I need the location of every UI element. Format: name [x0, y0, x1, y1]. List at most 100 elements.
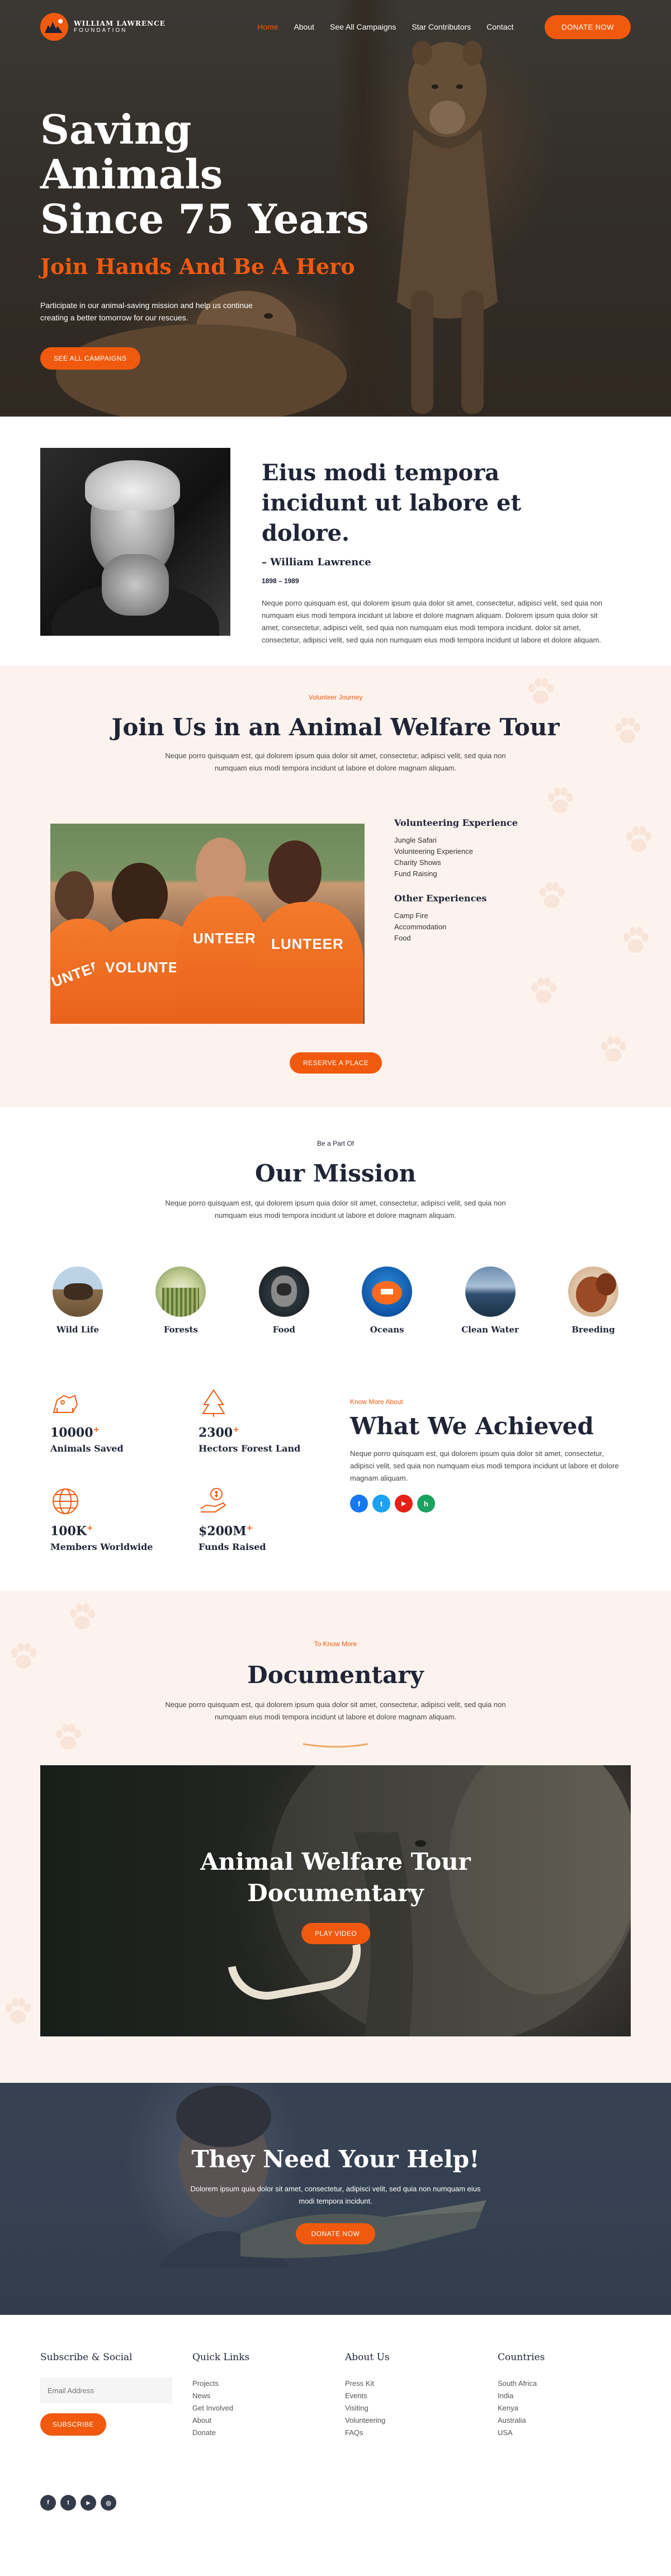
stat-funds: $200M+ Funds Raised — [199, 1486, 333, 1552]
mission-description: Neque porro quisquam est, qui dolorem ip… — [165, 1199, 506, 1220]
social-links: f t ▶ h — [350, 1495, 630, 1512]
achieved-kicker: Know More About — [350, 1398, 403, 1406]
nav-contact[interactable]: Contact — [486, 22, 513, 31]
paw-icon — [626, 826, 651, 852]
documentary-title: Documentary — [247, 1661, 424, 1689]
footer-link[interactable]: Visiting — [345, 2402, 390, 2414]
logo[interactable]: WILLIAM LAWRENCE FOUNDATION — [40, 13, 166, 41]
stat-number: $200M+ — [199, 1524, 253, 1539]
shirt-text: UNTEER — [193, 930, 256, 947]
quote-years: 1898 – 1989 — [262, 577, 299, 585]
mission-item-forests[interactable]: Forests — [144, 1266, 217, 1335]
volunteer-kicker: Volunteer Journey — [308, 693, 363, 701]
mission-item-clean-water[interactable]: Clean Water — [454, 1266, 527, 1335]
subscribe-button[interactable]: SUBSCRIBE — [40, 2413, 106, 2436]
countries-title: Countries — [498, 2352, 545, 2363]
group1-title: Volunteering Experience — [394, 817, 518, 828]
footer-link[interactable]: South Africa — [498, 2378, 545, 2390]
twitter-icon[interactable]: t — [372, 1495, 390, 1512]
stat-number: 10000+ — [50, 1425, 100, 1440]
donate-now-button-2[interactable]: DONATE NOW — [295, 2223, 376, 2244]
mission-item-oceans[interactable]: Oceans — [351, 1266, 423, 1335]
shirt-text: LUNTEER — [271, 935, 344, 952]
oceans-image — [362, 1266, 413, 1317]
play-video-button[interactable]: PLAY VIDEO — [301, 1923, 371, 1944]
logo-line-2: FOUNDATION — [74, 27, 127, 34]
nav-about[interactable]: About — [294, 22, 314, 31]
footer-link[interactable]: News — [192, 2390, 249, 2402]
footer-link[interactable]: Kenya — [498, 2402, 545, 2414]
nav-home[interactable]: Home — [257, 22, 278, 31]
footer-link[interactable]: Volunteering — [345, 2414, 390, 2427]
globe-icon — [53, 1488, 78, 1514]
video-title: Animal Welfare Tour Documentary — [200, 1848, 471, 1907]
list-item: Camp Fire — [394, 911, 428, 920]
footer-link[interactable]: Donate — [192, 2427, 249, 2439]
logo-line-1: WILLIAM LAWRENCE — [74, 19, 166, 27]
donate-now-button[interactable]: DONATE NOW — [545, 15, 631, 39]
paw-icon — [11, 1643, 36, 1669]
paw-icon — [623, 927, 649, 953]
footer-link[interactable]: India — [498, 2390, 545, 2402]
email-field[interactable] — [40, 2378, 172, 2403]
hero-content: Saving Animals Since 75 Years Join Hands… — [40, 107, 387, 370]
facebook-icon[interactable]: f — [350, 1495, 368, 1512]
documentary-section: To Know More Documentary Neque porro qui… — [0, 1591, 671, 2083]
nav-contributors[interactable]: Star Contributors — [412, 22, 471, 31]
mission-kicker: Be a Part Of — [316, 1140, 355, 1147]
mission-item-label: Forests — [163, 1325, 198, 1335]
volunteer-description: Neque porro quisquam est, qui dolorem ip… — [165, 751, 506, 772]
nav-campaigns[interactable]: See All Campaigns — [330, 22, 396, 31]
footer-link[interactable]: Australia — [498, 2414, 545, 2427]
footer-countries: Countries South Africa India Kenya Austr… — [498, 2352, 545, 2439]
footer-link[interactable]: About — [192, 2414, 249, 2427]
help-content: They Need Your Help! Dolorem ipsum quia … — [0, 2145, 671, 2244]
footer-quick-links: Quick Links Projects News Get Involved A… — [192, 2352, 249, 2439]
mission-item-breeding[interactable]: Breeding — [557, 1266, 630, 1335]
documentary-video[interactable]: Animal Welfare Tour Documentary PLAY VID… — [40, 1765, 631, 2036]
clean-water-image — [465, 1266, 516, 1317]
paw-icon — [548, 787, 573, 813]
hero-subtitle: Join Hands And Be A Hero — [40, 254, 355, 279]
footer-link[interactable]: Get Involved — [192, 2402, 249, 2414]
mission-item-food[interactable]: Food — [248, 1266, 320, 1335]
forests-image — [155, 1266, 206, 1317]
footer-link[interactable]: Projects — [192, 2378, 249, 2390]
lion-icon — [53, 1395, 78, 1413]
reserve-place-button[interactable]: RESERVE A PLACE — [290, 1052, 382, 1074]
footer-link[interactable]: Events — [345, 2390, 390, 2402]
footer-link[interactable]: FAQs — [345, 2427, 390, 2439]
wildlife-image — [53, 1266, 103, 1317]
mission-item-label: Clean Water — [461, 1325, 519, 1335]
volunteer-title: Join Us in an Animal Welfare Tour — [111, 713, 560, 741]
quick-links-title: Quick Links — [192, 2352, 250, 2363]
list-item: Food — [394, 934, 411, 942]
paw-icon — [531, 977, 556, 1003]
list-item: Volunteering Experience — [394, 847, 473, 855]
hero-section: Saving Animals Since 75 Years Join Hands… — [0, 0, 671, 417]
stat-number: 2300+ — [199, 1425, 239, 1440]
list-item: Charity Shows — [394, 858, 441, 867]
divider-ornament — [303, 1743, 368, 1748]
hero-title-line-2: Since 75 Years — [40, 195, 369, 243]
see-all-campaigns-button[interactable]: SEE ALL CAMPAIGNS — [40, 347, 140, 370]
footer-link[interactable]: USA — [498, 2427, 545, 2439]
youtube-icon[interactable]: ▶ — [395, 1495, 413, 1512]
stat-label: Funds Raised — [199, 1542, 266, 1553]
paw-icon — [601, 1036, 626, 1062]
list-item: Fund Raising — [394, 869, 437, 878]
mission-item-label: Breeding — [571, 1325, 615, 1335]
facebook-icon[interactable]: f — [40, 2495, 56, 2511]
mission-item-label: Food — [272, 1325, 295, 1335]
twitter-icon[interactable]: t — [60, 2495, 76, 2511]
paw-icon — [56, 1724, 81, 1750]
mission-item-wildlife[interactable]: Wild Life — [41, 1266, 114, 1335]
footer-link[interactable]: Press Kit — [345, 2378, 390, 2390]
youtube-icon[interactable]: ▶ — [81, 2495, 96, 2511]
achieved-description: Neque porro quisquam est, qui dolorem ip… — [350, 1449, 619, 1482]
achievements-text: Know More About What We Achieved Neque p… — [350, 1398, 630, 1512]
houzz-icon[interactable]: h — [417, 1495, 435, 1512]
stat-number: 100K+ — [50, 1524, 93, 1539]
documentary-kicker: To Know More — [314, 1640, 357, 1648]
instagram-icon[interactable]: ◎ — [101, 2495, 116, 2511]
